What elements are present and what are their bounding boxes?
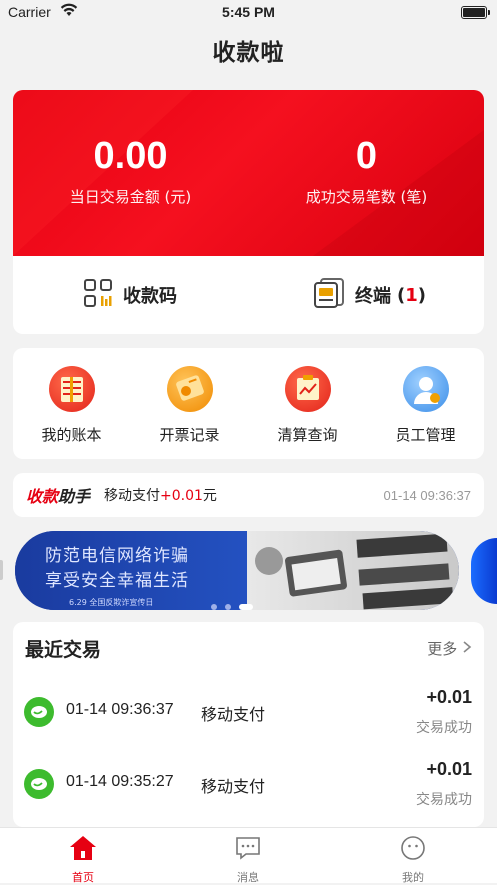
logo-part-1: 收款 — [26, 487, 59, 506]
recent-heading: 最近交易 — [25, 639, 102, 661]
menu-item-label: 我的账本 — [41, 426, 102, 444]
qr-code-icon — [83, 278, 123, 313]
ticker-time: 01-14 09:36:37 — [383, 487, 471, 503]
carousel-dot-active[interactable] — [239, 604, 253, 610]
tab-bar: 首页 消息 我的 — [0, 827, 497, 885]
transaction-time: 01-14 09:36:37 — [66, 701, 174, 718]
wechat-pay-icon — [24, 769, 54, 799]
transaction-method: 移动支付 — [201, 705, 266, 724]
banner-line-2: 享受安全幸福生活 — [45, 571, 189, 591]
transaction-row[interactable]: 01-14 09:35:27 移动支付 +0.01 交易成功 — [13, 747, 484, 817]
banner-line-1: 防范电信网络诈骗 — [45, 546, 189, 566]
battery-icon — [461, 6, 490, 19]
success-count-label: 成功交易笔数 (笔) — [305, 188, 428, 206]
more-link[interactable]: 更多 — [427, 638, 472, 659]
profile-icon — [399, 836, 427, 866]
terminal-count: 1 — [405, 284, 418, 306]
terminal-paren-open: ( — [397, 284, 406, 306]
transaction-amount: +0.01 — [426, 759, 472, 779]
success-count-value: 0 — [355, 135, 378, 177]
chevron-right-icon — [463, 641, 472, 653]
terminal-button[interactable]: 终端 (1) — [313, 256, 426, 334]
ticker-message: 移动支付+0.01元 — [104, 485, 384, 505]
menu-item-ledger[interactable]: 我的账本 — [13, 366, 130, 445]
transaction-status: 交易成功 — [416, 720, 472, 736]
ticker-method: 移动支付 — [104, 488, 160, 504]
more-label: 更多 — [427, 640, 458, 658]
transaction-row[interactable]: 01-14 09:36:37 移动支付 +0.01 交易成功 — [13, 675, 484, 745]
transaction-method: 移动支付 — [201, 777, 266, 796]
feature-menu: 我的账本 开票记录 清算查询 员工管理 — [13, 348, 484, 459]
today-amount-value: 0.00 — [93, 135, 168, 177]
banner-caption: 6.29 全国反欺诈宣传日 — [69, 598, 154, 607]
page-title: 收款啦 — [212, 40, 285, 66]
promo-banner[interactable]: 防范电信网络诈骗 享受安全幸福生活 6.29 全国反欺诈宣传日 — [15, 531, 459, 610]
logo-part-2: 助手 — [58, 487, 91, 506]
today-amount-label: 当日交易金额 (元) — [69, 188, 192, 206]
clock: 5:45 PM — [222, 4, 275, 20]
carousel-dots — [211, 595, 261, 610]
summary-panel: 0.00 当日交易金额 (元) 0 成功交易笔数 (笔) — [13, 90, 484, 256]
payment-ticker[interactable]: 收款助手 移动支付+0.01元 01-14 09:36:37 — [13, 473, 484, 517]
transaction-status: 交易成功 — [416, 792, 472, 808]
home-icon — [68, 836, 98, 866]
settlement-icon — [284, 366, 331, 412]
ticker-unit: 元 — [202, 488, 217, 504]
today-amount-stat[interactable]: 0.00 当日交易金额 (元) — [13, 134, 248, 207]
prev-banner-peek[interactable] — [0, 560, 3, 580]
tab-home[interactable]: 首页 — [43, 834, 123, 885]
terminal-paren-close: ) — [417, 284, 426, 306]
assistant-logo: 收款助手 — [26, 483, 104, 507]
menu-item-label: 清算查询 — [277, 426, 338, 444]
menu-item-staff[interactable]: 员工管理 — [367, 366, 484, 445]
carousel-dot[interactable] — [225, 604, 231, 610]
qr-code-label: 收款码 — [123, 286, 177, 307]
banner-illustration — [247, 531, 459, 610]
menu-item-label: 员工管理 — [395, 426, 456, 444]
menu-item-label: 开票记录 — [159, 426, 220, 444]
invoice-icon — [166, 366, 213, 412]
success-count-stat[interactable]: 0 成功交易笔数 (笔) — [249, 134, 484, 207]
summary-card: 0.00 当日交易金额 (元) 0 成功交易笔数 (笔) 收款码 终端 (1) — [13, 90, 484, 334]
terminal-icon — [313, 277, 355, 314]
next-banner-peek[interactable] — [471, 538, 497, 604]
menu-item-settlement[interactable]: 清算查询 — [249, 366, 366, 445]
qr-code-button[interactable]: 收款码 — [83, 256, 177, 334]
tab-messages[interactable]: 消息 — [208, 834, 288, 885]
transaction-amount: +0.01 — [426, 687, 472, 707]
message-icon — [234, 837, 262, 866]
transaction-time: 01-14 09:35:27 — [66, 773, 174, 790]
wechat-pay-icon — [24, 697, 54, 727]
staff-icon — [402, 366, 449, 412]
menu-item-invoice[interactable]: 开票记录 — [131, 366, 248, 445]
status-bar: Carrier 5:45 PM — [0, 0, 497, 26]
ticker-amount: +0.01 — [160, 488, 203, 504]
carousel-dot[interactable] — [211, 604, 217, 610]
terminal-label: 终端 — [355, 286, 391, 307]
ledger-icon — [48, 366, 95, 412]
tab-profile[interactable]: 我的 — [373, 834, 453, 885]
recent-transactions: 最近交易 更多 01-14 09:36:37 移动支付 +0.01 交易成功 0… — [13, 622, 484, 827]
